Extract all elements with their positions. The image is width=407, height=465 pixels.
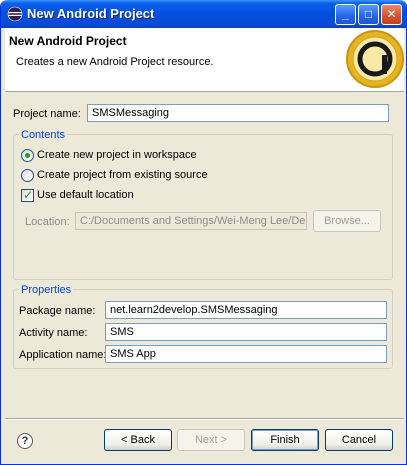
use-default-location-checkbox[interactable]: ✓ [21,188,34,202]
next-button[interactable]: Next > [177,429,245,451]
button-bar-separator [5,418,404,420]
title-bar[interactable]: New Android Project _ □ ✕ [1,0,406,28]
project-name-input[interactable]: SMSMessaging [87,104,389,122]
create-new-label[interactable]: Create new project in workspace [37,149,197,161]
application-name-label: Application name: [19,349,107,361]
use-default-location-label[interactable]: Use default location [37,189,134,201]
wizard-header: New Android Project Creates a new Androi… [5,28,404,92]
android-badge-icon [346,30,404,88]
application-name-input[interactable]: SMS App [105,345,387,363]
page-title: New Android Project [9,34,127,48]
maximize-button[interactable]: □ [358,4,379,25]
minimize-button[interactable]: _ [335,4,356,25]
finish-button[interactable]: Finish [251,429,319,451]
create-new-radio[interactable] [21,149,34,162]
package-name-label: Package name: [19,305,96,317]
contents-legend: Contents [19,129,68,141]
eclipse-icon [7,6,23,22]
page-description: Creates a new Android Project resource. [16,56,214,68]
checkmark-icon: ✓ [23,188,34,202]
location-label: Location: [25,216,70,228]
activity-name-label: Activity name: [19,327,88,339]
package-name-input[interactable]: net.learn2develop.SMSMessaging [105,301,387,319]
radio-selected-dot [25,153,30,158]
properties-legend: Properties [19,284,74,296]
window-title: New Android Project [27,6,155,21]
browse-button[interactable]: Browse... [313,210,381,232]
location-input[interactable]: C:/Documents and Settings/Wei-Meng Lee/D… [75,212,307,230]
new-android-project-dialog: New Android Project _ □ ✕ New Android Pr… [0,0,407,465]
help-icon[interactable]: ? [17,433,33,449]
activity-name-input[interactable]: SMS [105,323,387,341]
cancel-button[interactable]: Cancel [325,429,393,451]
close-button[interactable]: ✕ [381,4,402,25]
back-button[interactable]: < Back [104,429,172,451]
create-existing-label[interactable]: Create project from existing source [37,169,208,181]
create-existing-radio[interactable] [21,169,34,182]
project-name-label: Project name: [13,108,81,120]
